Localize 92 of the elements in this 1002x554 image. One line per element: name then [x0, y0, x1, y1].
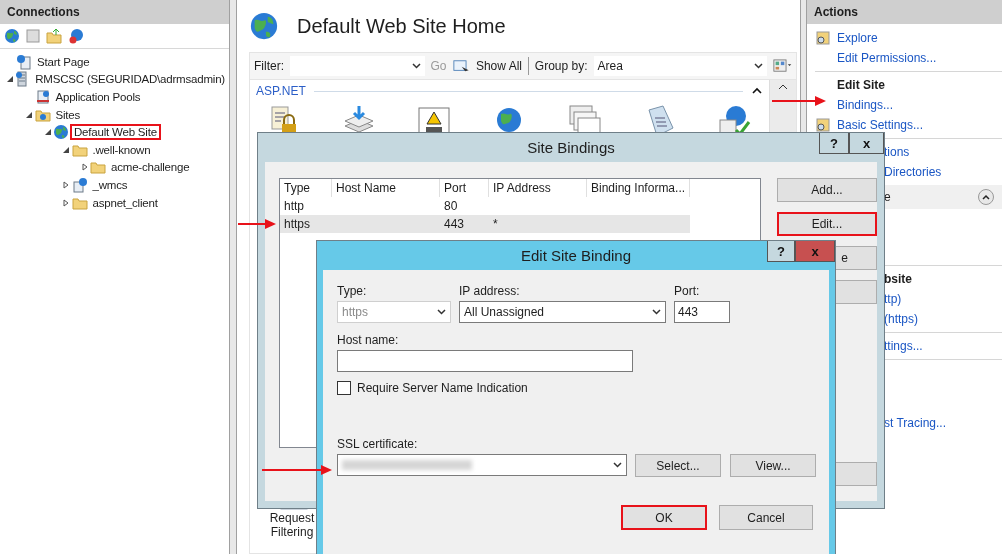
folder-icon: [90, 159, 106, 176]
disconnect-icon[interactable]: [68, 28, 84, 44]
close-button[interactable]: x: [795, 241, 835, 262]
expanded-arrow-icon[interactable]: [5, 75, 14, 84]
table-row[interactable]: http 80: [280, 197, 690, 215]
tree-item[interactable]: acme-challenge: [107, 159, 194, 176]
column-header[interactable]: Binding Informa...: [587, 179, 690, 197]
close-button[interactable]: x: [849, 133, 884, 154]
action-icon[interactable]: [815, 30, 831, 46]
column-header[interactable]: IP Address: [489, 179, 587, 197]
tree-item[interactable]: Application Pools: [51, 89, 145, 105]
dialog-button[interactable]: View...: [730, 454, 816, 477]
tree-item[interactable]: Start Page: [33, 53, 94, 70]
group-by-label: Group by:: [534, 59, 588, 73]
field-label: Host name:: [337, 333, 400, 347]
action-link[interactable]: Directories: [884, 165, 942, 179]
action-link[interactable]: (https): [884, 312, 918, 326]
application-pools-icon: [34, 89, 51, 105]
view-icon[interactable]: [772, 58, 792, 74]
start-page-icon: [16, 53, 32, 70]
expanded-arrow-icon[interactable]: [43, 128, 52, 137]
expanded-arrow-icon[interactable]: [25, 110, 33, 119]
dialog-button[interactable]: OK: [621, 505, 707, 530]
tree-item[interactable]: _wmcs: [88, 176, 132, 193]
table-cell-text: 443: [443, 217, 466, 231]
table-cell-text: 80: [443, 199, 459, 213]
annotation-arrow: [238, 219, 276, 229]
collapsed-arrow-icon[interactable]: [62, 180, 70, 189]
dialog-button[interactable]: Add...: [777, 178, 877, 202]
group-by-select[interactable]: Area: [593, 56, 767, 76]
action-link[interactable]: Bindings...: [837, 98, 894, 112]
table-row[interactable]: https 443 *: [280, 215, 690, 233]
expanded-arrow-icon[interactable]: [62, 145, 70, 154]
filter-label: Filter:: [254, 59, 284, 73]
column-header[interactable]: Host Name: [332, 179, 440, 197]
show-all-button[interactable]: Show All: [475, 59, 522, 73]
folder-up-icon[interactable]: [46, 28, 62, 44]
tree-item[interactable]: RMSCSC (SEGURIDAD\adrmsadmin): [31, 71, 229, 88]
filter-field[interactable]: [290, 56, 425, 76]
collapsed-arrow-icon[interactable]: [80, 163, 89, 172]
action-link[interactable]: tions: [884, 145, 910, 159]
column-header[interactable]: Port: [440, 179, 489, 197]
action-link[interactable]: Edit Permissions...: [837, 51, 937, 65]
annotation-arrow: [772, 96, 826, 106]
tree-item[interactable]: Sites: [51, 106, 85, 123]
table-cell-text: https: [283, 217, 311, 231]
checkbox-label[interactable]: Require Server Name Indication: [357, 381, 528, 395]
group-title: ASP.NET: [256, 84, 306, 98]
chevron-up-icon: [982, 194, 990, 200]
tree-item[interactable]: .well-known: [88, 141, 155, 158]
ip-address-select[interactable]: All Unassigned: [459, 301, 666, 323]
column-header[interactable]: Type: [280, 179, 332, 197]
action-link[interactable]: ttp): [884, 292, 902, 306]
help-button[interactable]: ?: [767, 241, 795, 262]
web-application-icon: [71, 176, 88, 193]
show-all-icon[interactable]: [452, 58, 470, 74]
table-cell-text: http: [283, 199, 305, 213]
action-link[interactable]: Explore: [837, 31, 878, 45]
globe-icon: [249, 11, 279, 41]
pane-header: Actions: [807, 0, 1002, 24]
dialog-title: Edit Site Binding: [520, 247, 632, 264]
ssl-certificate-select[interactable]: [337, 454, 627, 476]
dialog-button[interactable]: Cancel: [719, 505, 813, 530]
collapse-button[interactable]: [978, 189, 994, 205]
host-name-field[interactable]: [337, 350, 633, 372]
port-field[interactable]: 443: [674, 301, 730, 323]
help-button[interactable]: ?: [819, 133, 849, 154]
field-label: Type:: [337, 284, 368, 298]
tree-item[interactable]: Default Web Site: [70, 124, 161, 141]
table-cell-text: *: [492, 217, 499, 231]
pane-header: Connections: [0, 0, 229, 24]
page-title: Default Web Site Home: [297, 14, 506, 38]
action-heading: bsite: [884, 272, 912, 286]
action-icon[interactable]: [815, 117, 831, 133]
action-link[interactable]: ttings...: [884, 339, 923, 353]
dialog-button[interactable]: Edit...: [777, 212, 877, 236]
field-label: Port:: [674, 284, 701, 298]
connect-icon: [4, 28, 20, 44]
field-label: IP address:: [459, 284, 521, 298]
checkbox[interactable]: [337, 381, 351, 395]
annotation-arrow: [262, 465, 332, 475]
action-link[interactable]: Basic Settings...: [837, 118, 924, 132]
field-label: SSL certificate:: [337, 437, 419, 451]
collapse-icon[interactable]: [751, 86, 763, 96]
globe-icon: [53, 124, 69, 141]
dialog-title: Site Bindings: [527, 139, 615, 156]
action-heading: Edit Site: [837, 78, 885, 92]
collapsed-arrow-icon[interactable]: [62, 198, 70, 207]
dialog-button[interactable]: Select...: [635, 454, 721, 477]
action-link[interactable]: st Tracing...: [884, 416, 947, 430]
tree-item[interactable]: aspnet_client: [88, 194, 162, 211]
group-title: e: [884, 190, 891, 204]
